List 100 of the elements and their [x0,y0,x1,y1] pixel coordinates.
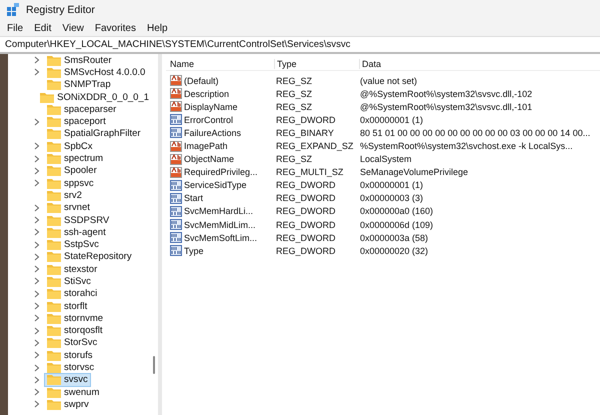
value-name[interactable]: DisplayName [184,102,238,112]
binary-value-icon [170,180,182,191]
tree-item[interactable]: swenum [44,385,102,400]
value-name[interactable]: SvcMemSoftLim... [184,232,258,243]
value-data: %SystemRoot%\system32\svchost.exe -k LocalSys... [359,141,574,152]
scrollbar-thumb[interactable] [153,356,155,374]
tree-item[interactable]: SSDPSRV [44,213,112,228]
folder-icon [47,128,61,140]
folder-icon [40,92,54,103]
tree-item[interactable]: SmsRouter [44,54,115,68]
tree-item[interactable]: SstpSvc [44,238,102,252]
tree-item[interactable]: StiSvc [44,274,94,288]
string-value-icon [170,166,182,178]
menu-item[interactable]: Help [146,22,168,34]
value-name[interactable]: ServiceSidType [184,180,247,190]
tree-item[interactable]: swprv [44,397,92,412]
value-type: REG_EXPAND_SZ [275,141,354,152]
folder-icon [47,165,61,176]
tree-item[interactable]: svsvc [44,372,91,387]
tree-item[interactable]: SONiXDDR_0_0_0_1 [37,90,152,104]
string-value-icon [170,154,182,165]
tree-item[interactable]: storflt [44,299,90,314]
value-name[interactable]: ErrorControl [184,114,234,125]
value-name[interactable]: SvcMemHardLi... [184,206,254,216]
value-data: 0x00000001 (1) [359,114,424,125]
value-type: REG_DWORD [275,180,337,190]
folder-icon [47,116,61,128]
value-type: REG_DWORD [275,193,337,204]
value-data: (value not set) [359,76,418,86]
value-name[interactable]: RequiredPrivileg... [184,167,258,178]
column-header[interactable]: Type [275,58,360,68]
value-name[interactable]: ImagePath [184,141,228,152]
binary-value-icon [170,206,182,217]
tree-item[interactable]: srvnet [44,200,93,215]
tree-item[interactable]: SNMPTrap [44,78,114,92]
folder-icon [47,264,61,275]
value-name[interactable]: Description [184,88,230,99]
tree-item[interactable]: storqosflt [44,324,106,338]
string-value-icon [170,75,182,86]
chevron-icon[interactable] [34,118,40,126]
window-title: Registry Editor [26,4,95,16]
value-data: 0x0000006d (109) [359,220,434,230]
tree-item[interactable]: storufs [44,348,96,362]
value-type: REG_SZ [275,76,314,86]
menu-item[interactable]: File [7,22,24,34]
address-bar[interactable]: Computer\HKEY_LOCAL_MACHINE\SYSTEM\CurrentControlSet\Services\svsvc [0,36,600,54]
value-type: REG_MULTI_SZ [275,167,344,178]
value-type: REG_SZ [275,102,314,112]
value-name[interactable]: ObjectName [184,154,234,164]
value-name[interactable]: SvcMemMidLim... [184,220,256,230]
value-data: 0x00000003 (3) [359,193,424,204]
tree-item[interactable]: StateRepository [44,250,135,264]
folder-icon [47,362,61,374]
value-data: @%SystemRoot%\system32\svsvc.dll,-101 [359,102,534,112]
value-type: REG_SZ [275,154,314,164]
value-name[interactable]: Start [184,193,204,204]
folder-icon [47,79,61,90]
tree-item[interactable]: spaceport [44,114,109,129]
folder-icon [47,325,61,336]
folder-icon [47,54,61,66]
value-type: REG_DWORD [275,232,337,243]
binary-value-icon [170,127,182,138]
tree-item[interactable]: Spooler [44,164,100,178]
menu-item[interactable]: View [62,22,84,34]
column-header[interactable]: Name [166,58,275,68]
value-data: @%SystemRoot%\system32\svsvc.dll,-102 [359,88,534,99]
menu-item[interactable]: Favorites [94,22,136,34]
tree-item[interactable]: stexstor [44,262,100,276]
binary-value-icon [170,232,182,244]
string-value-icon [170,140,182,152]
binary-value-icon [170,245,182,256]
folder-icon [47,66,61,78]
folder-icon [47,398,61,410]
value-name[interactable]: FailureActions [184,128,242,138]
string-value-icon [170,88,182,100]
binary-value-icon [170,192,182,204]
string-value-icon [170,101,182,112]
tree-item[interactable]: spectrum [44,152,106,166]
tree-item[interactable]: stornvme [44,311,106,326]
menu-item[interactable]: Edit [34,22,52,34]
value-name[interactable]: (Default) [184,76,219,86]
value-type: REG_BINARY [275,128,335,138]
tree-item[interactable]: sppsvc [44,176,97,190]
value-type: REG_SZ [275,88,314,99]
value-type: REG_DWORD [275,206,337,216]
tree-item[interactable]: SpatialGraphFilter [44,126,144,141]
tree-item[interactable]: ssh-agent [44,225,109,240]
folder-icon [47,251,61,262]
tree-item[interactable]: srv2 [44,188,85,202]
tree-item[interactable]: SMSvcHost 4.0.0.0 [44,65,148,80]
folder-icon [47,386,61,398]
tree-item[interactable]: storvsc [44,360,98,375]
folder-icon [47,202,61,214]
folder-icon [47,300,61,312]
tree-item[interactable]: storahci [44,286,100,301]
column-header[interactable]: Data [360,58,600,68]
tree-item[interactable]: spaceparser [44,102,120,116]
value-name[interactable]: Type [184,246,204,256]
tree-item[interactable]: StorSvc [44,336,100,350]
tree-item[interactable]: SpbCx [44,139,96,154]
